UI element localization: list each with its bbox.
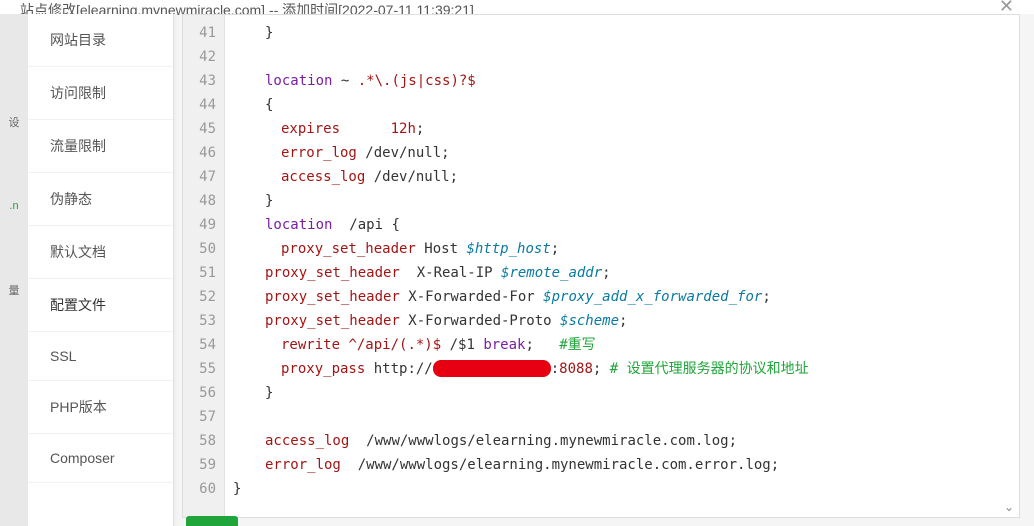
sidebar-item-2[interactable]: 流量限制 <box>28 120 173 173</box>
code-line[interactable]: error_log /www/wwwlogs/elearning.mynewmi… <box>233 453 1011 477</box>
sidebar-item-8[interactable]: Composer <box>28 434 173 483</box>
code-line[interactable] <box>233 45 1011 69</box>
code-line[interactable]: proxy_set_header X-Real-IP $remote_addr; <box>233 261 1011 285</box>
line-number: 59 <box>195 453 216 477</box>
code-line[interactable]: { <box>233 93 1011 117</box>
code-line[interactable]: location ~ .*\.(js|css)?$ <box>233 69 1011 93</box>
bg-text: .n <box>9 200 18 212</box>
code-line[interactable]: error_log /dev/null; <box>233 141 1011 165</box>
line-number: 51 <box>195 261 216 285</box>
line-number: 46 <box>195 141 216 165</box>
sidebar-item-6[interactable]: SSL <box>28 332 173 381</box>
line-number: 58 <box>195 429 216 453</box>
line-number: 45 <box>195 117 216 141</box>
line-number: 57 <box>195 405 216 429</box>
code-line[interactable]: rewrite ^/api/(.*)$ /$1 break; #重写 <box>233 333 1011 357</box>
dialog-header: 站点修改[elearning.mynewmiracle.com] -- 添加时间… <box>0 0 1034 14</box>
line-number: 44 <box>195 93 216 117</box>
sidebar: 网站目录访问限制流量限制伪静态默认文档配置文件SSLPHP版本Composer <box>28 14 174 526</box>
sidebar-item-0[interactable]: 网站目录 <box>28 14 173 67</box>
sidebar-item-4[interactable]: 默认文档 <box>28 226 173 279</box>
line-number: 41 <box>195 21 216 45</box>
code-line[interactable]: expires 12h; <box>233 117 1011 141</box>
code-line[interactable] <box>233 405 1011 429</box>
save-button[interactable] <box>186 516 238 526</box>
code-line[interactable]: } <box>233 189 1011 213</box>
line-number: 47 <box>195 165 216 189</box>
code-line[interactable]: access_log /www/wwwlogs/elearning.mynewm… <box>233 429 1011 453</box>
line-number: 60 <box>195 477 216 501</box>
line-number: 42 <box>195 45 216 69</box>
code-line[interactable]: proxy_pass http://:8088; # 设置代理服务器的协议和地址 <box>233 357 1011 381</box>
sidebar-item-5[interactable]: 配置文件 <box>28 279 173 332</box>
line-number: 43 <box>195 69 216 93</box>
code-line[interactable]: proxy_set_header X-Forwarded-For $proxy_… <box>233 285 1011 309</box>
line-number: 49 <box>195 213 216 237</box>
line-number: 52 <box>195 285 216 309</box>
line-number: 54 <box>195 333 216 357</box>
code-line[interactable]: proxy_set_header Host $http_host; <box>233 237 1011 261</box>
code-line[interactable]: } <box>233 21 1011 45</box>
line-number: 48 <box>195 189 216 213</box>
code-line[interactable]: proxy_set_header X-Forwarded-Proto $sche… <box>233 309 1011 333</box>
background-panel: 设 .n 量 <box>0 14 28 526</box>
code-line[interactable]: location /api { <box>233 213 1011 237</box>
bg-text: 量 <box>9 282 20 298</box>
line-number: 50 <box>195 237 216 261</box>
sidebar-item-3[interactable]: 伪静态 <box>28 173 173 226</box>
code-line[interactable]: } <box>233 381 1011 405</box>
sidebar-item-7[interactable]: PHP版本 <box>28 381 173 434</box>
code-area[interactable]: }location ~ .*\.(js|css)?${expires 12h;e… <box>225 15 1019 517</box>
line-number: 53 <box>195 309 216 333</box>
code-line[interactable]: } <box>233 477 1011 501</box>
line-number: 55 <box>195 357 216 381</box>
code-line[interactable]: access_log /dev/null; <box>233 165 1011 189</box>
sidebar-item-1[interactable]: 访问限制 <box>28 67 173 120</box>
line-number: 56 <box>195 381 216 405</box>
bg-text: 设 <box>9 114 20 130</box>
line-gutter: 4142434445464748495051525354555657585960 <box>183 15 225 517</box>
scroll-down-icon[interactable]: ⌄ <box>1001 499 1017 515</box>
code-editor[interactable]: 4142434445464748495051525354555657585960… <box>182 14 1020 518</box>
